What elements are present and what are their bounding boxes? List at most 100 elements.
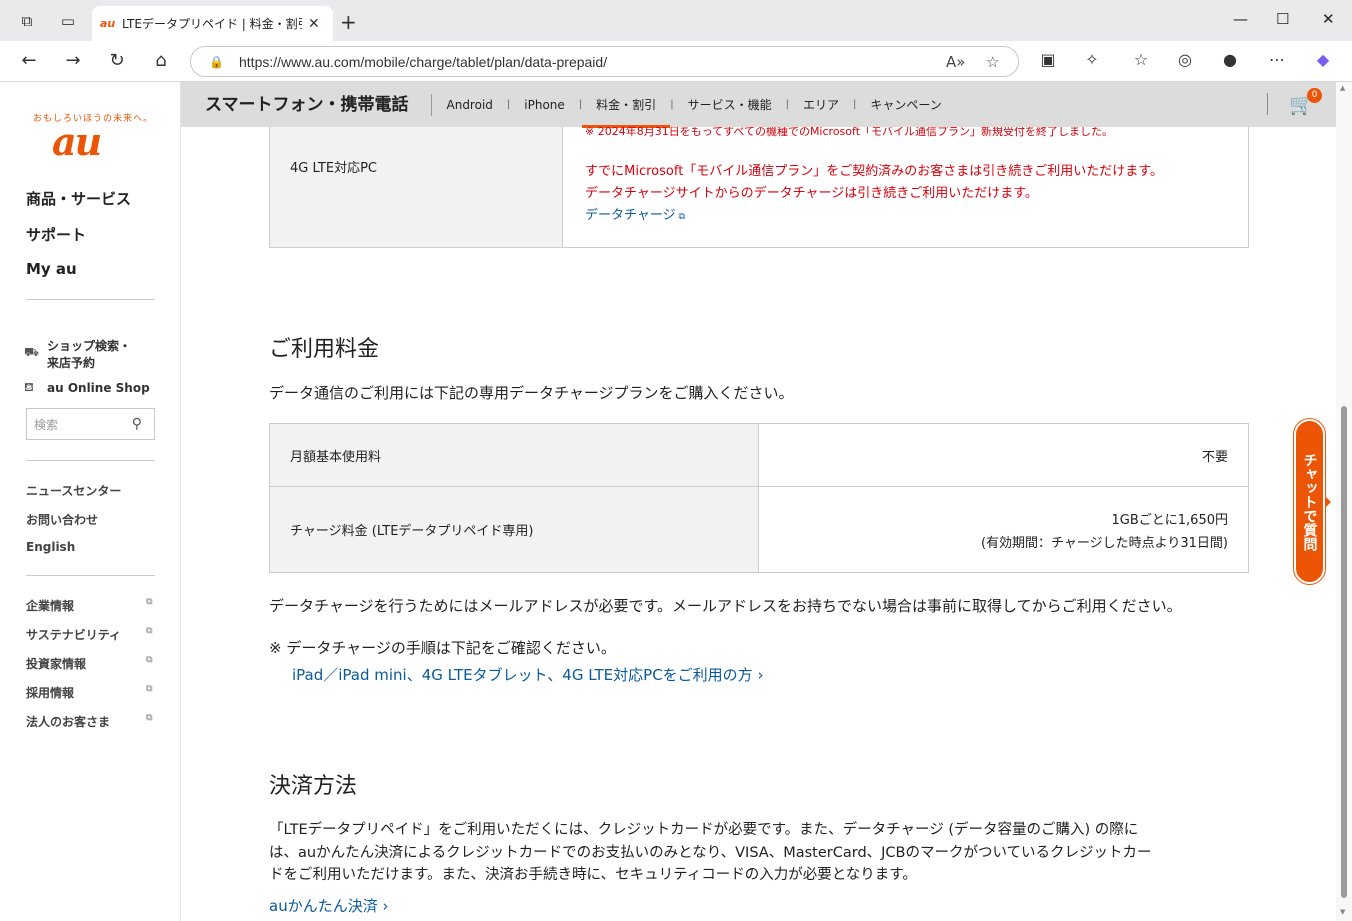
table-cell-label: チャージ料金 (LTEデータプリペイド専用) — [270, 487, 759, 572]
home-icon[interactable]: ⌂ — [150, 50, 172, 71]
data-charge-label: データチャージ — [585, 208, 676, 223]
browser-tab-active[interactable]: au LTEデータプリペイド | 料金・割引：タブ ✕ — [92, 6, 333, 41]
fees-heading: ご利用料金 — [269, 337, 380, 362]
nav-android[interactable]: Android — [432, 98, 507, 112]
scroll-up-icon[interactable]: ▲ — [1340, 84, 1345, 92]
favorites-icon[interactable]: ☆ — [1130, 50, 1152, 69]
external-link-icon: ⧉ — [675, 212, 685, 222]
tab-actions-icon[interactable]: ▭ — [58, 11, 78, 31]
extensions-icon[interactable]: ✧ — [1081, 50, 1103, 69]
cart-small-icon: ⛾ — [24, 380, 34, 394]
close-window-icon[interactable]: ✕ — [1322, 10, 1335, 28]
investor-link[interactable]: 投資家情報 ⧉ — [26, 655, 156, 672]
chevron-right-icon: › — [377, 897, 389, 915]
forward-icon[interactable]: → — [62, 50, 84, 71]
copilot-icon[interactable]: ◆ — [1312, 50, 1334, 69]
corp-info-link[interactable]: 企業情報 ⧉ — [26, 597, 156, 614]
external-link-icon: ⧉ — [146, 713, 153, 723]
browser-tab-bar: ⧉ ▭ au LTEデータプリペイド | 料金・割引：タブ ✕ + — ☐ ✕ — [0, 0, 1352, 41]
new-tab-icon[interactable]: + — [340, 10, 357, 34]
edge-icon[interactable]: ◎ — [1174, 50, 1196, 69]
external-link-icon: ⧉ — [146, 684, 153, 694]
scroll-thumb[interactable] — [1341, 406, 1347, 898]
read-aloud-icon[interactable]: A» — [946, 53, 965, 71]
email-note: データチャージを行うためにはメールアドレスが必要です。メールアドレスをお持ちでな… — [269, 597, 1182, 615]
external-link-icon: ⧉ — [146, 597, 153, 607]
pc-plan-box: 4G LTE対応PC ※ 2024年8月31日をもってすべての機種でのMicro… — [269, 127, 1249, 248]
close-tab-icon[interactable]: ✕ — [308, 16, 320, 32]
favorite-star-icon[interactable]: ☆ — [986, 53, 999, 71]
nav-services[interactable]: サービス・機能 — [674, 96, 786, 113]
sidebar-item-myau[interactable]: My au — [26, 260, 77, 278]
external-link-icon: ⧉ — [146, 626, 153, 636]
nav-charges[interactable]: 料金・割引 — [582, 96, 671, 128]
shop-search-label: ショップ検索・ — [47, 339, 132, 353]
shop-search-link[interactable]: ショップ検索・ 来店予約 — [47, 337, 131, 371]
au-easy-payment-label: auかんたん決済 — [269, 897, 378, 915]
address-bar[interactable]: 🔒 https://www.au.com/mobile/charge/table… — [190, 46, 1019, 77]
nav-area[interactable]: エリア — [789, 96, 853, 113]
au-favicon-icon: au — [100, 17, 116, 30]
divider — [26, 575, 155, 576]
workspaces-icon[interactable]: ⧉ — [17, 11, 37, 31]
search-icon[interactable]: ⚲ — [132, 416, 142, 432]
sustainability-link[interactable]: サステナビリティ ⧉ — [26, 626, 156, 643]
sidebar-item-products[interactable]: 商品・サービス — [26, 188, 131, 209]
lock-icon[interactable]: 🔒 — [209, 55, 229, 69]
online-shop-link[interactable]: au Online Shop — [47, 381, 150, 395]
english-link[interactable]: English — [26, 540, 75, 554]
page-scrollbar[interactable]: ▲ ▼ — [1336, 82, 1352, 921]
procedure-link-label: iPad／iPad mini、4G LTEタブレット、4G LTE対応PCをご利… — [292, 666, 753, 684]
shop-reserve-label: 来店予約 — [47, 356, 96, 370]
contact-link[interactable]: お問い合わせ — [26, 511, 98, 528]
back-icon[interactable]: ← — [18, 50, 40, 71]
notice-2: データチャージサイトからのデータチャージは引き続きご利用いただけます。 — [585, 186, 1038, 201]
recruit-label: 採用情報 — [26, 686, 75, 700]
shop-icon: ⛟ — [24, 345, 40, 359]
maximize-icon[interactable]: ☐ — [1276, 10, 1289, 28]
divider — [26, 460, 155, 461]
fee-value: 1GBごとに1,650円 — [1111, 512, 1228, 528]
payment-line-2: は、auかんたん決済によるクレジットカードでのお支払いのみとなり、VISA、Ma… — [269, 845, 1152, 861]
procedure-link[interactable]: iPad／iPad mini、4G LTEタブレット、4G LTE対応PCをご利… — [292, 664, 763, 685]
url-text[interactable]: https://www.au.com/mobile/charge/tablet/… — [239, 54, 607, 70]
procedure-note: ※ データチャージの手順は下記をご確認ください。 — [269, 639, 616, 657]
chat-button[interactable]: チャットで質問 — [1294, 419, 1325, 584]
minimize-icon[interactable]: — — [1233, 10, 1248, 28]
table-cell-value: 不要 — [759, 424, 1248, 486]
scroll-down-icon[interactable]: ▼ — [1340, 908, 1345, 916]
au-easy-payment-link[interactable]: auかんたん決済 › — [269, 895, 388, 916]
nav-campaign[interactable]: キャンペーン — [856, 96, 955, 113]
sitenav-title[interactable]: スマートフォン・携帯電話 — [205, 93, 432, 116]
external-link-icon: ⧉ — [146, 655, 153, 665]
sidebar-search-input[interactable]: 検索 ⚲ — [26, 408, 155, 440]
sidebar-item-support[interactable]: サポート — [26, 224, 86, 245]
tab-title: LTEデータプリペイド | 料金・割引：タブ — [122, 17, 302, 31]
main-content: 4G LTE対応PC ※ 2024年8月31日をもってすべての機種でのMicro… — [181, 127, 1336, 921]
au-logo[interactable]: au — [52, 119, 102, 164]
corp-info-label: 企業情報 — [26, 599, 75, 613]
business-link[interactable]: 法人のお客さま ⧉ — [26, 713, 156, 730]
nav-iphone[interactable]: iPhone — [510, 98, 579, 112]
profile-avatar[interactable]: ● — [1219, 50, 1241, 69]
business-label: 法人のお客さま — [26, 715, 111, 729]
payment-line-1: 「LTEデータプリペイド」をご利用いただくには、クレジットカードが必要です。また… — [269, 822, 1139, 838]
fees-intro: データ通信のご利用には下記の専用データチャージプランをご購入ください。 — [269, 384, 794, 402]
payment-heading: 決済方法 — [269, 774, 358, 799]
table-cell-value: 1GBごとに1,650円 (有効期間：チャージした時点より31日間) — [759, 487, 1248, 572]
data-charge-link[interactable]: データチャージ ⧉ — [585, 204, 685, 223]
divider — [1267, 93, 1268, 115]
refresh-icon[interactable]: ↻ — [106, 50, 128, 71]
more-menu-icon[interactable]: ⋯ — [1266, 50, 1288, 69]
table-row: 月額基本使用料 不要 — [270, 424, 1248, 487]
chevron-right-icon: › — [752, 666, 764, 684]
cast-icon[interactable]: ▣ — [1037, 50, 1059, 69]
recruit-link[interactable]: 採用情報 ⧉ — [26, 684, 156, 701]
news-center-link[interactable]: ニュースセンター — [26, 482, 121, 499]
fee-value: 不要 — [1201, 449, 1228, 465]
pc-label-cell: 4G LTE対応PC — [270, 127, 563, 247]
site-nav: スマートフォン・携帯電話 Android | iPhone | 料金・割引 | … — [181, 82, 1336, 128]
browser-toolbar: ← → ↻ ⌂ 🔒 https://www.au.com/mobile/char… — [0, 41, 1352, 82]
search-placeholder: 検索 — [34, 417, 59, 432]
fees-table: 月額基本使用料 不要 チャージ料金 (LTEデータプリペイド専用) 1GBごとに… — [269, 423, 1249, 573]
